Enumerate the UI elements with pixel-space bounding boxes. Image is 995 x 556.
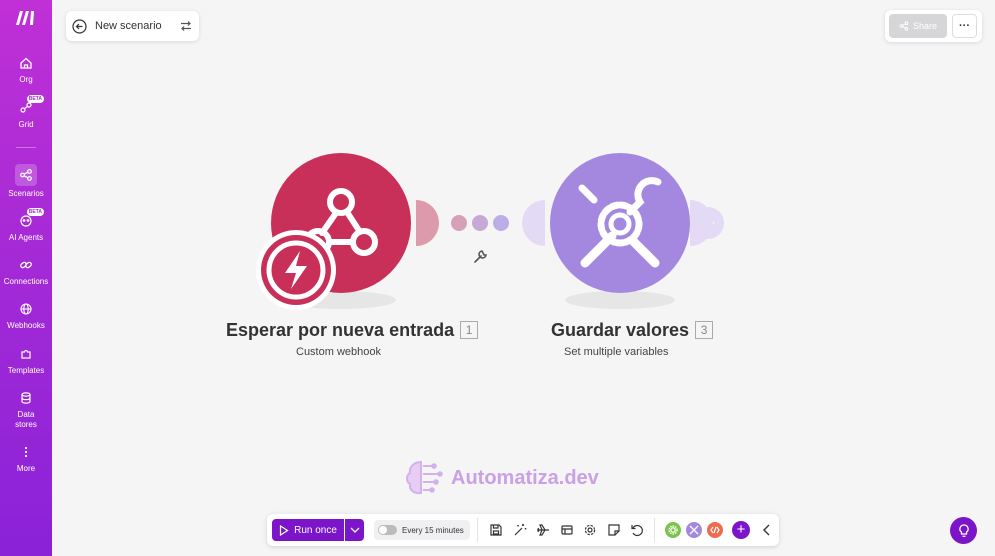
brain-circuit-icon [406,460,443,495]
module-set-variables-subtitle: Set multiple variables [564,346,669,358]
globe-icon [17,300,35,318]
lightbulb-icon [958,523,969,537]
more-options-button[interactable]: ··· [952,14,977,38]
sidebar-item-label: Org [19,75,33,84]
run-once-button[interactable]: Run once [272,519,344,541]
share-icon [899,21,909,31]
instant-trigger-icon [256,230,336,310]
module-title: Guardar valores [551,320,690,340]
chevron-down-icon [350,527,359,533]
wrench-icon[interactable] [474,250,487,263]
help-button[interactable] [950,517,977,544]
sidebar-item-label: Connections [3,277,49,286]
undo-icon[interactable] [630,523,644,537]
sidebar-item-more[interactable]: More [0,443,52,473]
gear-icon[interactable] [583,523,597,537]
watermark-text: Automatiza.dev [451,466,599,489]
play-icon [279,524,289,536]
back-arrow-icon[interactable] [72,18,87,34]
toolbar-divider [654,518,655,542]
module-number: 3 [695,321,714,339]
sidebar-item-label: Scenarios [8,189,44,198]
schedule-label: Every 15 minutes [402,525,464,535]
scenarios-icon [15,164,37,186]
puzzle-icon [17,345,35,363]
module-webhook[interactable] [256,153,439,310]
magic-wand-icon[interactable] [513,523,527,537]
module-title: Esperar por nueva entrada [226,320,455,340]
sidebar-item-label: Data stores [15,410,37,429]
sticky-note-icon[interactable] [607,523,621,537]
beta-badge: BETA [26,208,44,216]
sidebar-item-webhooks[interactable]: Webhooks [0,300,52,330]
module-webhook-connector[interactable] [416,200,439,246]
sidebar-item-label: Webhooks [7,321,45,330]
sidebar-item-org[interactable]: Org [0,54,52,84]
toolbar-divider [477,518,478,542]
scenario-canvas [256,153,724,310]
add-app-button[interactable]: + [732,521,750,539]
scenario-name[interactable]: New scenario [95,20,179,32]
sidebar-divider [16,147,36,148]
schedule-control[interactable]: Every 15 minutes [374,520,470,540]
module-number: 1 [460,321,479,339]
notes-icon[interactable] [560,523,574,537]
sidebar-item-data-stores[interactable]: Data stores [0,389,52,430]
more-vertical-icon [17,443,35,461]
home-icon [17,54,35,72]
module-webhook-subtitle: Custom webhook [296,346,381,358]
share-button[interactable]: Share [889,14,947,38]
top-actions: Share ··· [885,10,982,42]
run-options-dropdown[interactable] [345,519,364,541]
more-options-icon: ··· [959,20,970,32]
database-icon [17,389,35,407]
app-tools-icon[interactable] [685,521,703,539]
bottom-toolbar: Run once Every 15 minutes + [267,514,779,546]
sidebar-item-label: Grid [18,120,34,129]
switch-icon[interactable] [179,19,193,33]
sidebar-item-scenarios[interactable]: Scenarios [0,164,52,198]
sidebar-item-ai-agents[interactable]: BETA AI Agents [0,208,52,242]
module-webhook-title[interactable]: Esperar por nueva entrada 1 [226,320,479,341]
sidebar-item-connections[interactable]: Connections [0,256,52,286]
beta-badge: BETA [26,95,44,103]
grid-icon: BETA [17,95,44,117]
sidebar-item-label: More [16,464,36,473]
share-label: Share [912,21,938,31]
sidebar: Org BETA Grid Scenarios BETA AI Agents C… [0,0,52,556]
save-icon[interactable] [489,523,503,537]
sidebar-item-label: AI Agents [8,233,44,242]
route-connection[interactable] [451,215,509,231]
app-text-parser-icon[interactable] [706,521,724,539]
chevron-left-icon[interactable] [761,522,773,538]
watermark: Automatiza.dev [403,458,599,498]
sidebar-item-label: Templates [7,366,45,375]
app-flow-control-icon[interactable] [664,521,682,539]
schedule-toggle[interactable] [378,525,397,535]
link-icon [17,256,35,274]
sidebar-item-templates[interactable]: Templates [0,345,52,375]
module-set-variables-title[interactable]: Guardar valores 3 [551,320,714,341]
sidebar-item-grid[interactable]: BETA Grid [0,95,52,129]
run-once-label: Run once [294,524,337,536]
make-logo-icon[interactable] [14,9,38,27]
scenario-title-card: New scenario [66,11,199,41]
airplane-icon[interactable] [536,523,550,537]
module-set-variables[interactable] [522,153,724,293]
ai-agents-icon: BETA [17,208,44,230]
